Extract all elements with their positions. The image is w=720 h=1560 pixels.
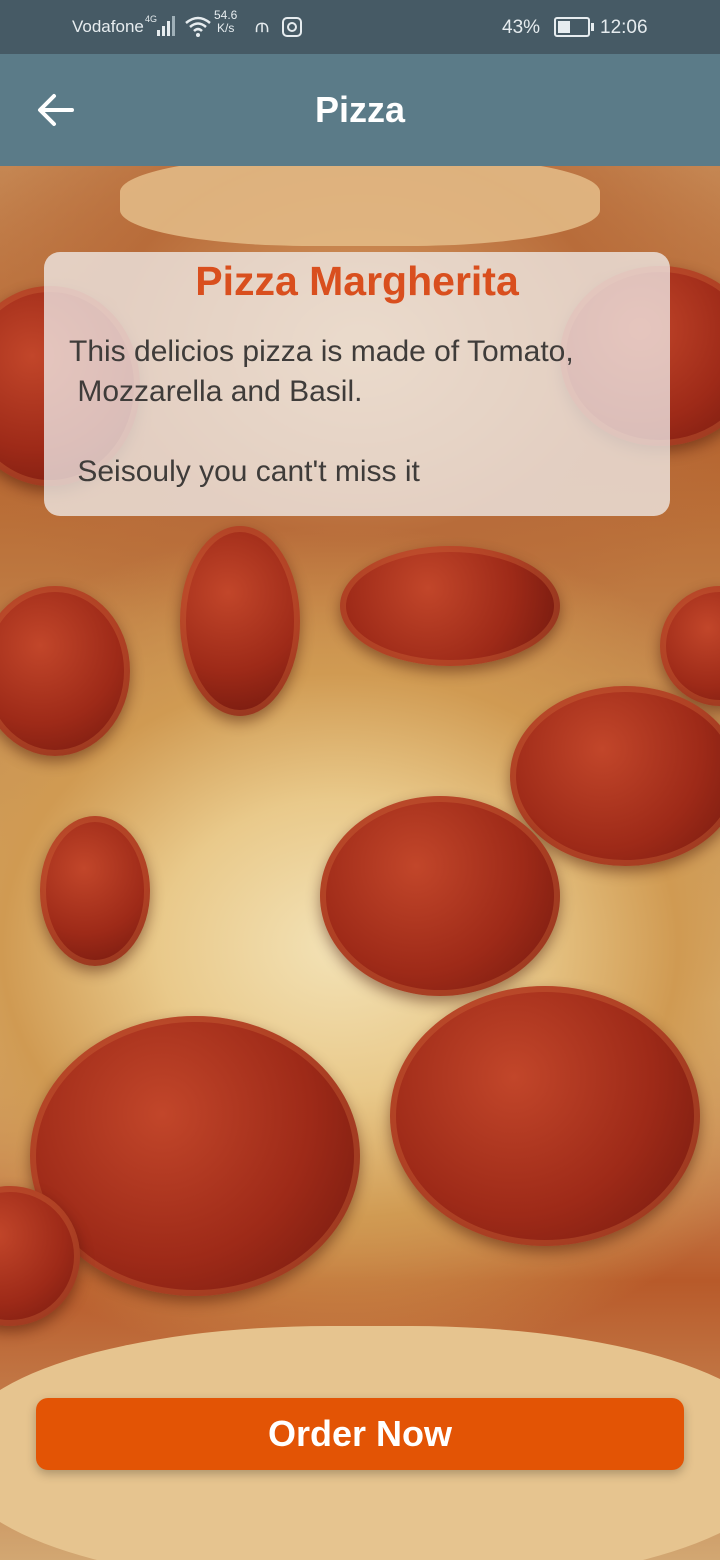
arrow-back-icon[interactable] [36,92,76,128]
battery-icon [554,17,594,37]
crust-area [120,166,600,246]
wifi-icon [185,16,211,37]
clock-time: 12:06 [600,17,648,38]
network-speed: 54.6 K/s [214,9,237,35]
pepperoni-slice [510,686,720,866]
pepperoni-slice [390,986,700,1246]
status-bar: Vodafone 4G 54.6 K/s ⫙ 43% 12:06 [0,0,720,54]
pizza-description: This delicios pizza is made of Tomato, M… [69,335,574,488]
pizza-name: Pizza Margherita [195,258,519,304]
order-now-button[interactable]: Order Now [36,1398,684,1470]
instagram-icon [282,17,302,37]
app-bar: Pizza [0,54,720,166]
pepperoni-slice [340,546,560,666]
network-type-label: 4G [145,14,157,24]
pepperoni-slice [660,586,720,706]
battery-percent: 43% [502,17,541,38]
pepperoni-slice [320,796,560,996]
usb-icon: ⫙ [255,15,269,37]
carrier-name: Vodafone [72,17,144,36]
pepperoni-slice [40,816,150,966]
network-speed-unit: K/s [217,21,235,35]
signal-icon: 4G [145,14,175,36]
pepperoni-slice [0,586,130,756]
pepperoni-slice [180,526,300,716]
pizza-info-card: Pizza Margherita This delicios pizza is … [44,252,670,516]
page-title: Pizza [314,89,406,130]
